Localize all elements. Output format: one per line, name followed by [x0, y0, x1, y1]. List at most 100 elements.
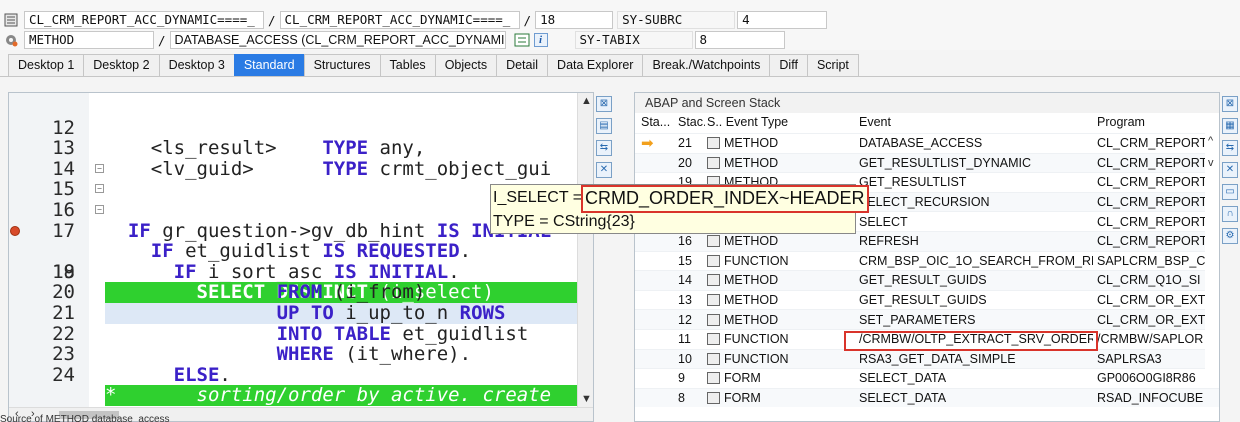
col-header-level[interactable]: Stac... [675, 115, 705, 133]
tab-tables[interactable]: Tables [379, 54, 436, 76]
event-type-icon [707, 392, 720, 405]
tab-desktop-3[interactable]: Desktop 3 [158, 54, 235, 76]
tab-breakpoints-watchpoints[interactable]: Break./Watchpoints [642, 54, 771, 76]
stack-level: 14 [678, 273, 692, 288]
maximize-icon[interactable]: ⊠ [1222, 96, 1238, 112]
stack-row[interactable]: 14 METHOD GET_RESULT_GUIDS CL_CRM_Q1O_SI [635, 270, 1219, 290]
event-type: FORM [724, 391, 761, 406]
stack-row[interactable]: 13 METHOD GET_RESULT_GUIDS CL_CRM_OR_EXT [635, 289, 1219, 310]
scroll-down-icon[interactable]: ▼ [581, 393, 592, 405]
stack-vertical-scrollbar[interactable]: ^ v [1205, 133, 1219, 383]
event-name: SET_PARAMETERS [859, 312, 976, 327]
stack-row[interactable]: 12 METHOD SET_PARAMETERS CL_CRM_OR_EXT [635, 309, 1219, 329]
header-row-event: METHOD / DATABASE_ACCESS (CL_CRM_REPORT_… [0, 30, 785, 50]
event-name: GET_RESULT_GUIDS [859, 293, 987, 308]
event-name: GET_RESULT_GUIDS [859, 273, 987, 288]
event-type-icon [707, 333, 720, 346]
stack-row[interactable]: ➡ 21 METHOD DATABASE_ACCESS CL_CRM_REPORT [635, 133, 1219, 153]
tab-data-explorer[interactable]: Data Explorer [547, 54, 644, 76]
tab-objects[interactable]: Objects [434, 54, 498, 76]
event-type: FORM [724, 371, 761, 386]
col-header-event[interactable]: Event [855, 115, 1093, 133]
code-line[interactable]: 21 INTO TABLE et_guidlist [9, 282, 593, 344]
code-line[interactable]: 15 − IF gr_question->gv_db_hint IS INITI… [9, 159, 593, 241]
main-program-field: CL_CRM_REPORT_ACC_DYNAMIC====_ [24, 11, 264, 29]
event-type-icon [707, 352, 720, 365]
stack-title: ABAP and Screen Stack [635, 93, 1219, 113]
program-name: CL_CRM_OR_EXT [1097, 312, 1206, 327]
stack-row[interactable]: 8 FORM SELECT_DATA RSAD_INFOCUBE [635, 387, 1219, 408]
tab-diff[interactable]: Diff [769, 54, 808, 76]
stack-level: 12 [678, 312, 692, 327]
variable-tooltip: I_SELECT = CRMD_ORDER_INDEX~HEADER TYPE … [490, 184, 869, 234]
stack-row[interactable]: 15 FUNCTION CRM_BSP_OIC_1O_SEARCH_FROM_RF S… [635, 250, 1219, 271]
fold-toggle-icon[interactable]: − [95, 204, 104, 214]
tab-desktop-1[interactable]: Desktop 1 [8, 54, 85, 76]
tab-standard[interactable]: Standard [233, 54, 305, 76]
code-line[interactable]: 20 UP TO i_up_to_n ROWS [9, 262, 593, 324]
code-line[interactable]: 24 * sorting/order by active. create [9, 344, 593, 406]
tab-divider [0, 76, 1240, 77]
program-name: CL_CRM_REPORT [1097, 195, 1208, 210]
event-name: REFRESH [859, 234, 919, 249]
highlighted-event-frame [844, 331, 1098, 351]
event-type: METHOD [724, 273, 779, 288]
event-name: GET_RESULTLIST [859, 175, 967, 190]
fold-toggle-icon[interactable]: − [95, 184, 104, 194]
sy-subrc-label: SY-SUBRC [617, 11, 736, 29]
tab-structures[interactable]: Structures [303, 54, 381, 76]
stack-row[interactable]: 10 FUNCTION RSA3_GET_DATA_SIMPLE SAPLRSA3 [635, 348, 1219, 369]
local-compare-icon[interactable] [514, 33, 530, 47]
scroll-down-icon[interactable]: v [1208, 157, 1214, 169]
col-header-program[interactable]: Program [1093, 115, 1213, 133]
event-name: DATABASE_ACCESS [859, 136, 983, 151]
open-icon[interactable]: ▤ [596, 118, 612, 134]
editor-vertical-scrollbar[interactable]: ▲ ▼ [577, 93, 593, 421]
tab-detail[interactable]: Detail [496, 54, 549, 76]
close-icon[interactable]: ✕ [1222, 162, 1238, 178]
col-header-event-type[interactable]: S.. Event Type [705, 115, 855, 133]
info-icon[interactable]: i [533, 33, 548, 47]
fold-toggle-icon[interactable]: − [95, 163, 104, 173]
scroll-up-icon[interactable]: ^ [1208, 135, 1213, 147]
tools-icon[interactable]: ⚙ [1222, 228, 1238, 244]
breakpoint-icon[interactable] [10, 225, 20, 236]
stack-row[interactable]: 9 FORM SELECT_DATA GP006O0GI8R86 [635, 368, 1219, 388]
event-type-field: METHOD [24, 31, 154, 49]
compare-icon[interactable]: ⇆ [596, 140, 612, 156]
header-row-program: CL_CRM_REPORT_ACC_DYNAMIC====_ / CL_CRM_… [0, 10, 828, 30]
event-type-icon [707, 137, 720, 150]
code-line[interactable]: 13 <lv_guid> TYPE crmt_object_gui [9, 118, 593, 179]
code-line[interactable]: 19 FROM (i_from) [9, 241, 593, 303]
stack-level: 15 [678, 253, 692, 268]
event-type-icon [707, 235, 720, 248]
code-line[interactable]: 12 <ls_result> TYPE any, [9, 97, 593, 158]
col-header-status[interactable]: Sta... [635, 115, 675, 133]
close-icon[interactable]: ✕ [596, 162, 612, 178]
event-type-icon [707, 274, 720, 287]
event-type: METHOD [724, 155, 779, 170]
stack-level: 11 [678, 332, 691, 347]
event-type-icon [707, 294, 720, 307]
stack-level: 13 [678, 293, 692, 308]
event-name-field: DATABASE_ACCESS (CL_CRM_REPORT_ACC_DYNAM… [169, 31, 506, 49]
event-type: FUNCTION [724, 253, 789, 268]
stack-row[interactable]: 20 METHOD GET_RESULTLIST_DYNAMIC CL_CRM_REP… [635, 152, 1219, 173]
code-line[interactable]: 22 WHERE (it_where). [9, 303, 593, 364]
scroll-up-icon[interactable]: ▲ [581, 95, 592, 107]
tab-script[interactable]: Script [806, 54, 859, 76]
event-type: FUNCTION [724, 351, 789, 366]
layout-icon[interactable]: ▦ [1222, 118, 1238, 134]
source-code-editor[interactable]: 12 <ls_result> TYPE any, 13 <lv_guid> TY… [8, 92, 594, 422]
event-name: CRM_BSP_OIC_1O_SEARCH_FROM_RF [859, 253, 1093, 268]
headset-icon[interactable]: ∩ [1222, 206, 1238, 222]
compare-icon[interactable]: ⇆ [1222, 140, 1238, 156]
include-field: CL_CRM_REPORT_ACC_DYNAMIC====_ [279, 11, 520, 29]
tab-desktop-2[interactable]: Desktop 2 [83, 54, 160, 76]
expand-icon[interactable]: ▭ [1222, 184, 1238, 200]
maximize-icon[interactable]: ⊠ [596, 96, 612, 112]
code-line[interactable]: 23 ELSE. [9, 324, 593, 385]
stack-level: 8 [678, 391, 685, 406]
event-type: METHOD [724, 234, 779, 249]
code-line[interactable]: 14 [9, 138, 593, 179]
